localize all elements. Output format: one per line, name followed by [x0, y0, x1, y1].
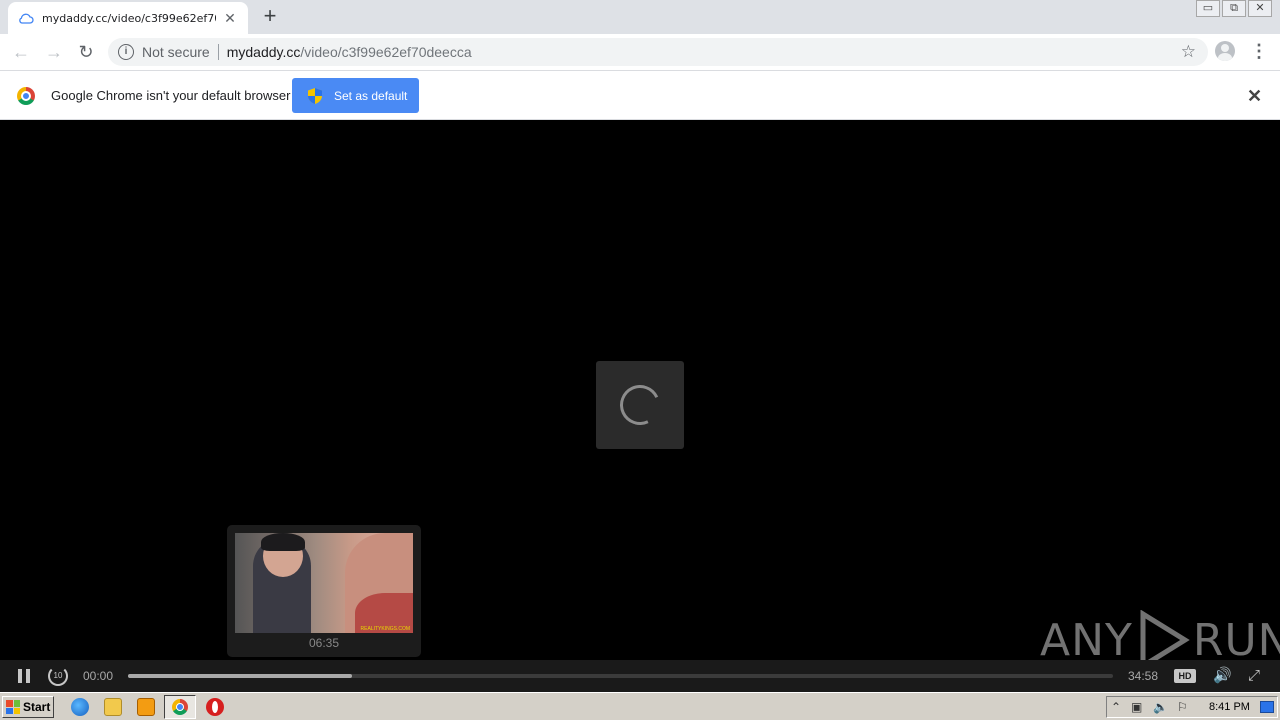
thumbnail-hair [261, 533, 305, 551]
internet-explorer-icon[interactable] [71, 698, 89, 716]
window-close-button[interactable]: ✕ [1248, 0, 1272, 17]
show-desktop-icon[interactable] [1260, 701, 1274, 713]
watermark-left: ANY [1040, 614, 1133, 666]
watermark-right: RUN [1192, 614, 1280, 666]
fullscreen-icon[interactable]: ⤢ [1248, 668, 1264, 684]
uac-shield-icon [308, 87, 322, 104]
preview-time: 06:35 [308, 636, 340, 650]
loading-spinner [596, 361, 684, 449]
rewind-10-icon[interactable]: 10 [48, 666, 68, 686]
video-player[interactable]: REALITYKINGS.COM 06:35 ANY RUN [0, 120, 1280, 692]
bookmark-star-icon[interactable]: ☆ [1181, 42, 1196, 62]
thumbnail-watermark: REALITYKINGS.COM [360, 626, 410, 632]
network-icon[interactable]: ▣ [1131, 700, 1142, 714]
chrome-menu-icon[interactable]: ⋮ [1250, 41, 1268, 63]
address-bar[interactable]: i Not secure mydaddy.cc/video/c3f99e62ef… [108, 38, 1208, 66]
action-center-flag-icon[interactable]: ⚐ [1177, 700, 1188, 714]
player-controls: 10 00:00 34:58 HD 🔊 ⤢ [0, 660, 1280, 692]
tray-expand-icon[interactable]: ⌃ [1111, 700, 1121, 714]
omnibox-separator [217, 44, 219, 60]
infobar-message: Google Chrome isn't your default browser [51, 88, 291, 103]
set-as-default-label: Set as default [334, 88, 408, 103]
chrome-icon [172, 699, 188, 715]
browser-tab[interactable]: mydaddy.cc/video/c3f99e62ef70deecca ✕ [8, 2, 248, 34]
start-button[interactable]: Start [2, 696, 54, 718]
window-controls: ▭ ⧉ ✕ [1194, 0, 1272, 18]
clock[interactable]: 8:41 PM [1209, 701, 1250, 713]
infobar-close-icon[interactable]: ✕ [1247, 86, 1262, 107]
seek-bar-buffered [128, 674, 352, 678]
url-host[interactable]: mydaddy.cc [227, 44, 301, 60]
seek-bar[interactable] [128, 674, 1113, 678]
tab-title: mydaddy.cc/video/c3f99e62ef70deecca [42, 11, 216, 25]
cloud-icon [18, 10, 34, 26]
windows-logo-icon [6, 700, 20, 714]
restore-button[interactable]: ⧉ [1222, 0, 1246, 17]
current-time: 00:00 [83, 669, 114, 683]
minimize-button[interactable]: ▭ [1196, 0, 1220, 17]
info-icon[interactable]: i [118, 44, 134, 60]
tab-close-icon[interactable]: ✕ [222, 10, 238, 26]
system-tray: ⌃ ▣ 🔈 ⚐ [1106, 696, 1278, 718]
new-tab-button[interactable]: + [258, 5, 282, 28]
set-as-default-button[interactable]: Set as default [292, 78, 419, 113]
taskbar: Start ⌃ ▣ 🔈 ⚐ 8:41 PM [0, 692, 1280, 720]
back-button[interactable]: ← [9, 41, 33, 65]
reload-button[interactable]: ↻ [74, 41, 98, 65]
tab-strip: mydaddy.cc/video/c3f99e62ef70deecca ✕ + … [0, 0, 1280, 34]
chrome-logo-icon [17, 87, 35, 105]
profile-avatar-icon[interactable] [1215, 41, 1235, 61]
media-player-icon[interactable] [137, 698, 155, 716]
taskbar-chrome-button[interactable] [164, 695, 196, 719]
security-label[interactable]: Not secure [142, 44, 210, 60]
seek-preview: REALITYKINGS.COM 06:35 [227, 525, 421, 657]
file-explorer-icon[interactable] [104, 698, 122, 716]
browser-toolbar: ← → ↻ i Not secure mydaddy.cc/video/c3f9… [0, 34, 1280, 71]
start-label: Start [23, 700, 51, 714]
forward-button[interactable]: → [42, 41, 66, 65]
hd-quality-button[interactable]: HD [1174, 669, 1196, 683]
preview-thumbnail: REALITYKINGS.COM [235, 533, 413, 633]
duration: 34:58 [1128, 669, 1159, 683]
url-path[interactable]: /video/c3f99e62ef70deecca [300, 44, 471, 60]
volume-icon[interactable]: 🔊 [1213, 668, 1233, 684]
default-browser-infobar: Google Chrome isn't your default browser… [0, 71, 1280, 120]
tray-volume-icon[interactable]: 🔈 [1153, 700, 1168, 714]
opera-icon[interactable] [206, 698, 224, 716]
spinner-icon [614, 379, 666, 431]
pause-icon[interactable] [17, 669, 31, 683]
